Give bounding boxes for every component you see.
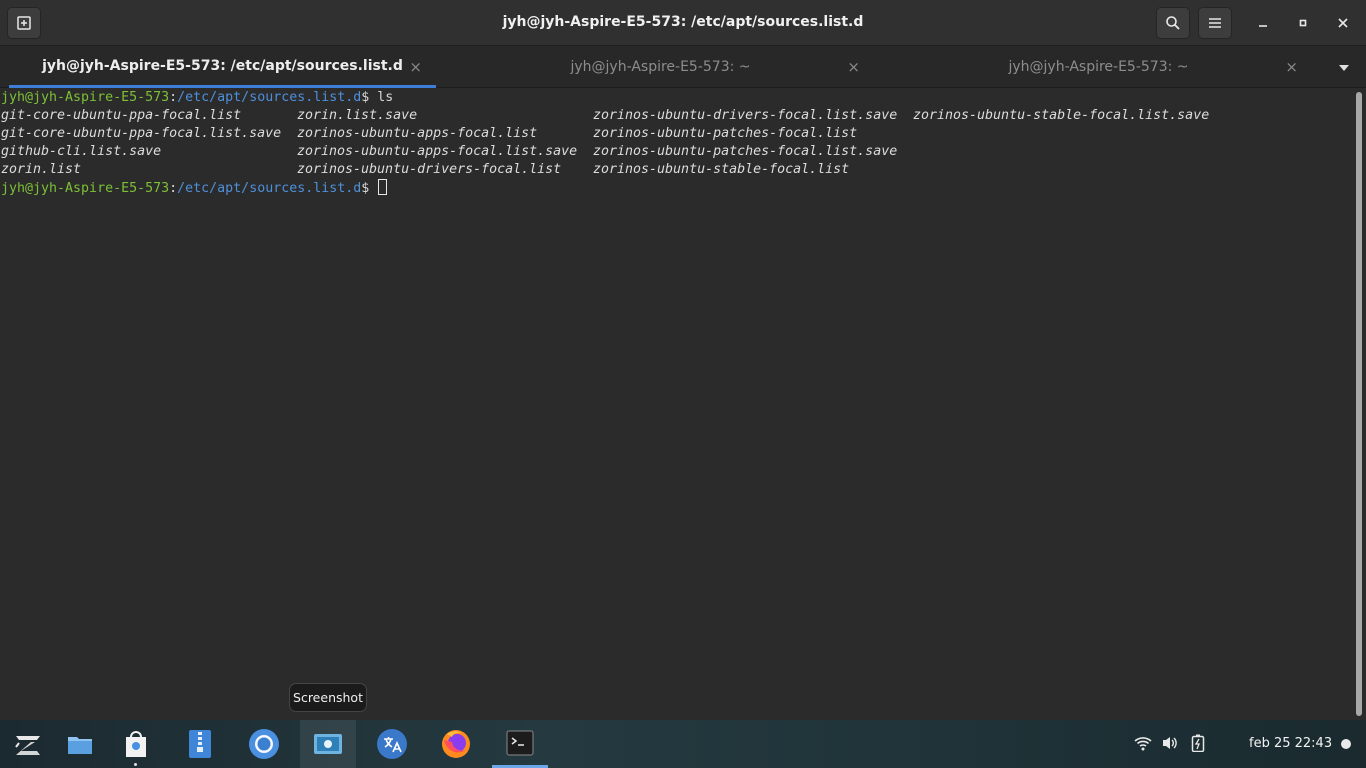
tab-close-icon[interactable]: × — [847, 58, 860, 76]
zorin-menu-button[interactable] — [0, 720, 56, 768]
volume-icon[interactable] — [1161, 734, 1179, 752]
search-icon — [1166, 16, 1180, 30]
files-app[interactable] — [52, 720, 108, 768]
ls-entry: git-core-ubuntu-ppa-focal.list — [1, 108, 242, 123]
ls-entry: zorin.list — [1, 162, 82, 177]
software-store-app[interactable] — [108, 720, 164, 768]
chromium-app[interactable] — [236, 720, 292, 768]
clock[interactable]: feb 25 22:43 — [1249, 736, 1332, 751]
tab-overflow-button[interactable] — [1330, 60, 1358, 76]
minimize-button[interactable] — [1246, 7, 1280, 39]
firefox-app[interactable] — [428, 720, 484, 768]
tab-close-icon[interactable]: × — [409, 58, 422, 76]
prompt-path: /etc/apt/sources.list.d — [177, 181, 362, 196]
terminal-app[interactable] — [492, 720, 548, 768]
terminal-cursor — [378, 179, 388, 195]
archive-manager-app[interactable] — [172, 720, 228, 768]
window-headerbar: jyh@jyh-Aspire-E5-573: /etc/apt/sources.… — [0, 0, 1366, 46]
ls-entry: zorinos-ubuntu-patches-focal.list — [593, 126, 858, 141]
screenshot-icon — [314, 734, 342, 754]
terminal-icon — [506, 730, 534, 755]
screenshot-app[interactable] — [300, 720, 356, 768]
command-text: ls — [369, 90, 394, 105]
software-store-icon — [126, 731, 146, 757]
ls-entry: zorinos-ubuntu-drivers-focal.list.save — [593, 108, 898, 123]
menu-button[interactable] — [1198, 7, 1232, 39]
minimize-icon — [1259, 25, 1267, 27]
wifi-icon[interactable] — [1134, 734, 1152, 752]
notification-dot[interactable] — [1341, 739, 1351, 749]
zorin-menu-icon — [15, 736, 40, 755]
firefox-icon — [442, 730, 470, 758]
tab-home-1[interactable]: jyh@jyh-Aspire-E5-573: ~ × — [447, 46, 874, 88]
translator-icon — [377, 729, 407, 759]
tab-bar: jyh@jyh-Aspire-E5-573: /etc/apt/sources.… — [0, 46, 1366, 88]
prompt-dollar: $ — [361, 181, 370, 196]
ls-entry: zorinos-ubuntu-drivers-focal.list — [297, 162, 562, 177]
tab-label: jyh@jyh-Aspire-E5-573: ~ — [570, 59, 751, 75]
prompt-user: jyh@jyh-Aspire-E5-573 — [1, 90, 170, 105]
terminal-view[interactable]: jyh@jyh-Aspire-E5-573:/etc/apt/sources.l… — [0, 89, 1355, 719]
prompt-line: jyh@jyh-Aspire-E5-573:/etc/apt/sources.l… — [1, 179, 388, 198]
running-indicator — [134, 763, 137, 766]
chromium-icon — [249, 729, 279, 759]
tab-close-icon[interactable]: × — [1285, 58, 1298, 76]
translator-app[interactable] — [364, 720, 420, 768]
close-button[interactable] — [1326, 7, 1360, 39]
tab-label: jyh@jyh-Aspire-E5-573: /etc/apt/sources.… — [42, 57, 403, 74]
ls-entry: zorin.list.save — [297, 108, 418, 123]
ls-entry: zorinos-ubuntu-apps-focal.list.save — [297, 144, 578, 159]
chevron-down-icon — [1339, 65, 1349, 71]
ls-entry: github-cli.list.save — [1, 144, 162, 159]
prompt-line: jyh@jyh-Aspire-E5-573:/etc/apt/sources.l… — [1, 89, 393, 107]
ls-entry: git-core-ubuntu-ppa-focal.list.save — [1, 126, 282, 141]
prompt-separator: : — [169, 181, 178, 196]
ls-entry: zorinos-ubuntu-patches-focal.list.save — [593, 144, 898, 159]
prompt-separator: : — [169, 90, 178, 105]
maximize-icon — [1299, 19, 1307, 27]
battery-icon[interactable] — [1191, 734, 1205, 752]
tab-home-2[interactable]: jyh@jyh-Aspire-E5-573: ~ × — [885, 46, 1312, 88]
tab-label: jyh@jyh-Aspire-E5-573: ~ — [1008, 59, 1189, 75]
prompt-path: /etc/apt/sources.list.d — [177, 90, 362, 105]
close-icon — [1338, 18, 1348, 28]
ls-entry: zorinos-ubuntu-apps-focal.list — [297, 126, 538, 141]
menu-icon — [1209, 18, 1221, 28]
prompt-user: jyh@jyh-Aspire-E5-573 — [1, 181, 170, 196]
search-button[interactable] — [1156, 7, 1190, 39]
files-icon — [68, 737, 92, 754]
ls-entry: zorinos-ubuntu-stable-focal.list.save — [913, 108, 1210, 123]
ls-entry: zorinos-ubuntu-stable-focal.list — [593, 162, 850, 177]
tab-sources-list-d[interactable]: jyh@jyh-Aspire-E5-573: /etc/apt/sources.… — [9, 46, 436, 88]
terminal-scrollbar[interactable] — [1356, 92, 1362, 716]
archive-manager-icon — [189, 730, 211, 758]
screenshot-tooltip: Screenshot — [289, 683, 367, 712]
maximize-button[interactable] — [1286, 7, 1320, 39]
